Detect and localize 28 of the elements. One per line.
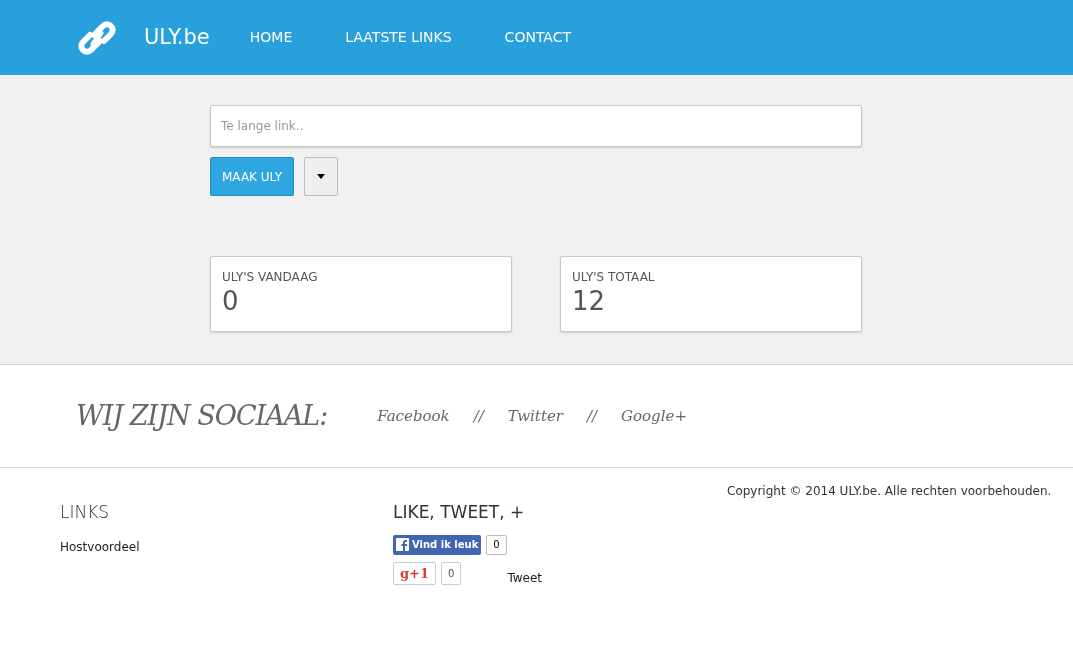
- plus-one-count: 0: [441, 562, 462, 585]
- link-icon: [76, 18, 118, 57]
- footer-link[interactable]: Hostvoordeel: [60, 537, 140, 556]
- links-heading: LINKS: [60, 501, 110, 524]
- url-input[interactable]: Te lange link..: [210, 105, 862, 147]
- tweet-link[interactable]: Tweet: [507, 568, 543, 587]
- social-link[interactable]: Facebook: [377, 404, 450, 428]
- caret-icon: [317, 174, 325, 179]
- plus-one-button[interactable]: g+1: [393, 562, 437, 585]
- copyright-text: Copyright © 2014 ULY.be. Alle rechten voorbehouden.: [727, 483, 1052, 500]
- stat-value: 0: [222, 285, 240, 317]
- nav-link[interactable]: LAATSTE LINKS: [345, 27, 452, 48]
- separator: //: [473, 405, 484, 427]
- nav-link[interactable]: CONTACT: [504, 27, 571, 48]
- social-link[interactable]: Twitter: [507, 404, 563, 428]
- stat-label: ULY'S TOTAAL: [572, 269, 656, 285]
- like-count: 0: [486, 534, 507, 555]
- stat-value: 12: [572, 285, 607, 317]
- social-heading: WIJ ZIJN SOCIAAL:: [76, 398, 328, 433]
- like-button[interactable]: Vind ik leuk: [393, 534, 482, 555]
- nav-link[interactable]: HOME: [249, 27, 293, 48]
- separator: //: [586, 405, 598, 427]
- dropdown-button[interactable]: [304, 157, 338, 196]
- stat-label: ULY'S VANDAAG: [222, 269, 319, 285]
- social-link[interactable]: Google+: [621, 404, 687, 428]
- site-logo[interactable]: ULY.be: [144, 21, 210, 54]
- share-heading: LIKE, TWEET, +: [393, 501, 525, 524]
- facebook-icon: [396, 538, 409, 551]
